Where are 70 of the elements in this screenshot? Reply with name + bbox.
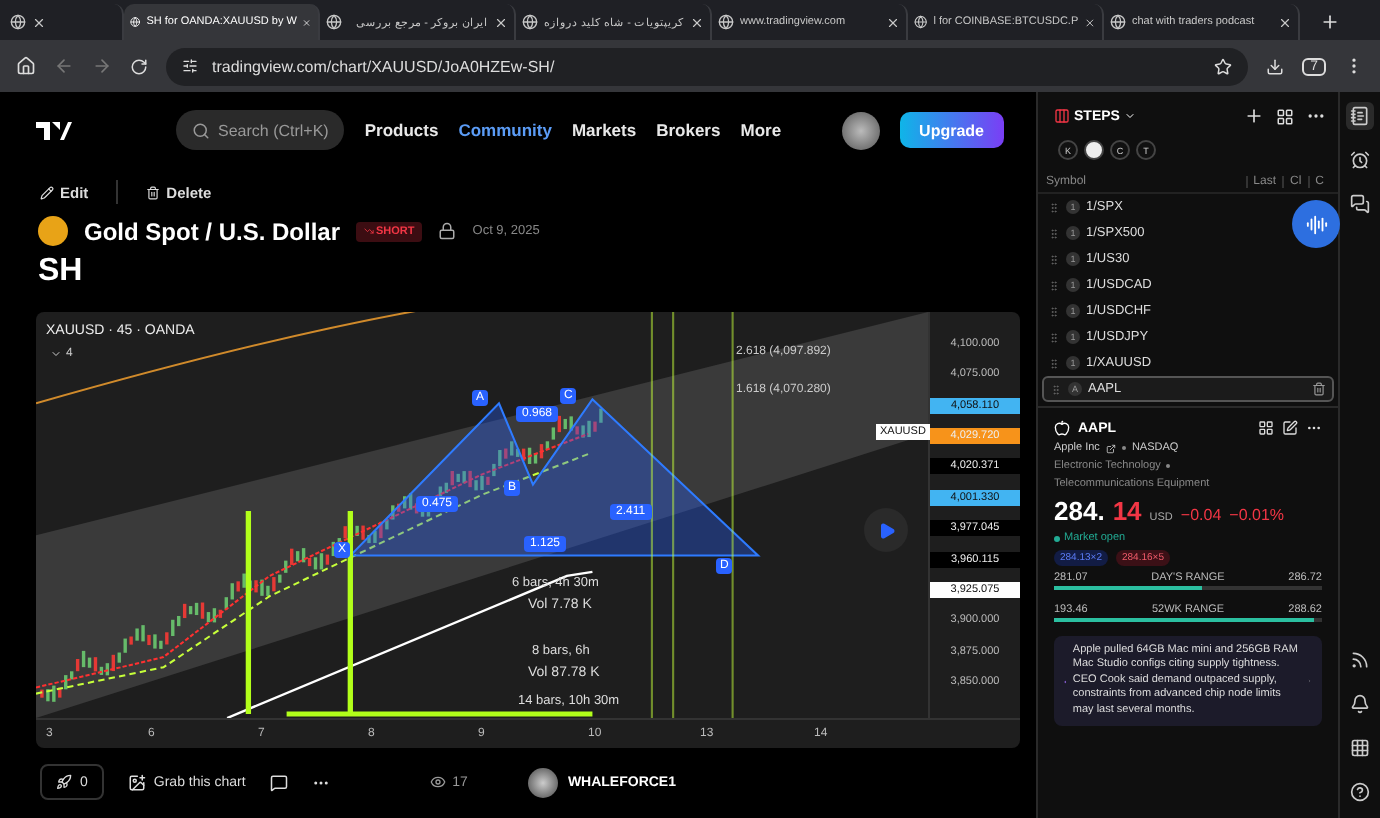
back-icon[interactable]: [54, 56, 74, 76]
voice-button[interactable]: [1292, 200, 1340, 248]
reload-icon[interactable]: [130, 57, 148, 75]
search-icon: [192, 121, 210, 139]
rocket-icon: [56, 774, 72, 790]
author-avatar: [527, 767, 558, 797]
search-field[interactable]: Search (Ctrl+K): [176, 110, 345, 150]
apps-icon[interactable]: [1346, 734, 1374, 762]
pencil-icon: [40, 185, 54, 199]
nav-link[interactable]: Community: [458, 120, 552, 140]
price-last-digits: 14: [1112, 496, 1142, 526]
close-icon[interactable]: [886, 15, 900, 29]
coin-icon: [38, 216, 68, 246]
download-icon[interactable]: [1266, 57, 1285, 75]
help-icon[interactable]: [1346, 778, 1374, 806]
nav-link[interactable]: Brokers: [656, 120, 721, 140]
separator-dot: [1121, 446, 1126, 450]
chart-image-icon: [127, 773, 146, 791]
globe-icon: [1110, 14, 1126, 30]
globe-icon: [522, 14, 538, 30]
grid-icon[interactable]: [1258, 420, 1274, 436]
price-change-percent: −0.01%: [1229, 506, 1285, 524]
close-icon[interactable]: [1084, 15, 1096, 29]
price-change: −0.04: [1180, 506, 1222, 524]
nav-link[interactable]: Products: [364, 120, 439, 140]
star-icon[interactable]: [1214, 57, 1233, 75]
nav-link[interactable]: Markets: [571, 120, 637, 140]
play-button[interactable]: [864, 508, 908, 552]
globe-icon: [10, 14, 26, 30]
lock-icon: [438, 222, 457, 240]
close-icon[interactable]: [32, 15, 46, 29]
watchlist-logo-icon: [1054, 108, 1070, 124]
globe-icon: [914, 14, 928, 30]
user-avatar[interactable]: [841, 111, 880, 149]
address-field[interactable]: tradingview.com/chart/XAUUSD/JoA0HZEw-SH/: [166, 47, 1249, 85]
new-tab-icon[interactable]: [1320, 12, 1340, 32]
chat-icon[interactable]: [1346, 190, 1374, 218]
idea-title: SH: [36, 254, 85, 290]
forward-icon[interactable]: [92, 56, 112, 76]
chevron-down-icon: [50, 348, 62, 360]
watchlist-icon[interactable]: [1346, 102, 1374, 130]
add-icon[interactable]: [1244, 106, 1264, 126]
close-icon[interactable]: [1278, 15, 1292, 29]
close-icon[interactable]: [494, 15, 508, 29]
trash-icon: [146, 185, 161, 199]
comment-icon[interactable]: [269, 773, 288, 791]
trash-icon[interactable]: [1312, 382, 1326, 396]
edit-icon[interactable]: [1282, 420, 1298, 436]
eye-icon: [430, 774, 447, 790]
logo-chip[interactable]: [1084, 140, 1104, 160]
close-icon[interactable]: [690, 15, 704, 29]
bell-icon[interactable]: [1346, 690, 1374, 718]
trend-down-icon: [364, 226, 375, 236]
price-value: 284.: [1054, 496, 1105, 526]
symbol-name: Gold Spot / U.S. Dollar: [84, 217, 341, 245]
home-icon[interactable]: [16, 56, 36, 76]
chevron-down-icon: [1123, 110, 1136, 122]
separator-dot: [1166, 464, 1171, 468]
globe-icon: [130, 14, 141, 30]
sound-wave-icon: [1305, 213, 1327, 235]
layout-icon[interactable]: [1276, 107, 1294, 125]
upgrade-button[interactable]: Upgrade: [899, 112, 1004, 148]
globe-icon: [326, 14, 342, 30]
apple-icon: [1054, 420, 1070, 436]
alarm-clock-icon[interactable]: [1346, 146, 1374, 174]
external-link-icon: [1105, 443, 1116, 453]
nav-link[interactable]: More: [740, 120, 782, 140]
site-settings-icon[interactable]: [182, 58, 198, 74]
globe-icon: [718, 14, 734, 30]
play-icon: [877, 521, 895, 539]
